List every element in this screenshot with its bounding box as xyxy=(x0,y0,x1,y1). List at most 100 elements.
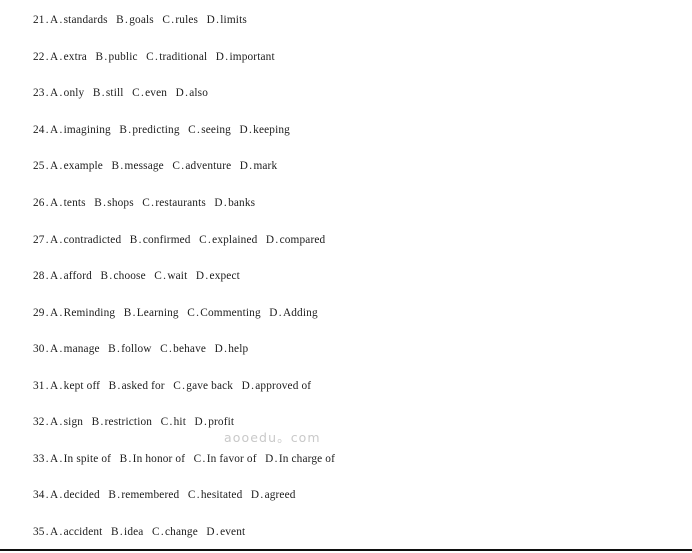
answer-option[interactable]: B.goals xyxy=(116,14,154,26)
answer-option[interactable]: C.gave back xyxy=(173,380,233,392)
answer-option[interactable]: D.agreed xyxy=(251,489,296,501)
answer-option[interactable]: A.extra xyxy=(50,51,87,63)
option-text: traditional xyxy=(159,51,208,63)
option-text: predicting xyxy=(132,124,180,136)
answer-option[interactable]: A.accident xyxy=(50,526,103,538)
question-number: 34 xyxy=(33,489,45,501)
answer-option[interactable]: D.event xyxy=(206,526,245,538)
answer-option[interactable]: D.limits xyxy=(207,14,247,26)
answer-option[interactable]: A.kept off xyxy=(50,380,100,392)
answer-option[interactable]: B.shops xyxy=(94,197,134,209)
answer-option[interactable]: B.Learning xyxy=(124,307,179,319)
answer-option[interactable]: D.In charge of xyxy=(265,453,335,465)
answer-option[interactable]: C.seeing xyxy=(188,124,231,136)
answer-option[interactable]: A.manage xyxy=(50,343,100,355)
answer-option[interactable]: C.behave xyxy=(160,343,206,355)
answer-option[interactable]: A.only xyxy=(50,87,84,99)
option-letter: C xyxy=(188,124,196,136)
answer-option[interactable]: A.In spite of xyxy=(50,453,111,465)
answer-option[interactable]: B.message xyxy=(111,160,163,172)
option-letter: C xyxy=(162,14,171,26)
option-letter: D xyxy=(241,380,250,392)
option-text: Commenting xyxy=(200,307,261,319)
answer-option[interactable]: B.confirmed xyxy=(130,234,191,246)
option-text: event xyxy=(220,526,246,538)
option-letter: D xyxy=(239,124,248,136)
answer-option[interactable]: D.keeping xyxy=(239,124,289,136)
answer-option[interactable]: A.standards xyxy=(50,14,108,26)
question-number: 22 xyxy=(33,51,45,63)
answer-option[interactable]: A.example xyxy=(50,160,103,172)
answer-option[interactable]: D.expect xyxy=(196,270,240,282)
answer-option[interactable]: A.Reminding xyxy=(50,307,115,319)
option-letter: D xyxy=(269,307,278,319)
answer-option[interactable]: D.important xyxy=(216,51,275,63)
option-text: restaurants xyxy=(155,197,206,209)
answer-option[interactable]: A.tents xyxy=(50,197,86,209)
answer-option[interactable]: D.Adding xyxy=(269,307,317,319)
answer-option[interactable]: B.public xyxy=(95,51,137,63)
answer-option[interactable]: D.help xyxy=(215,343,249,355)
answer-option[interactable]: C.In favor of xyxy=(194,453,257,465)
answer-option[interactable]: B.predicting xyxy=(119,124,179,136)
answer-option[interactable]: A.sign xyxy=(50,416,83,428)
option-text: shops xyxy=(107,197,134,209)
answer-option[interactable]: D.banks xyxy=(214,197,255,209)
answer-option[interactable]: A.decided xyxy=(50,489,100,501)
answer-option[interactable]: B.remembered xyxy=(108,489,179,501)
option-text: accident xyxy=(63,526,103,538)
question-number: 33 xyxy=(33,453,45,465)
option-letter: B xyxy=(110,526,119,538)
answer-option[interactable]: C.rules xyxy=(162,14,198,26)
option-letter: C xyxy=(151,526,160,538)
question-row: 26.A.tents B.shops C.restaurants D.banks xyxy=(33,197,255,210)
question-row: 30.A.manage B.follow C.behave D.help xyxy=(33,343,248,356)
question-row: 22.A.extra B.public C.traditional D.importa… xyxy=(33,51,275,64)
option-letter: C xyxy=(142,197,150,209)
answer-option[interactable]: B.idea xyxy=(111,526,143,538)
question-number: 27 xyxy=(33,234,45,246)
answer-option[interactable]: C.even xyxy=(132,87,167,99)
answer-option[interactable]: C.change xyxy=(152,526,198,538)
answer-option[interactable]: B.follow xyxy=(108,343,151,355)
answer-option[interactable]: C.adventure xyxy=(172,160,231,172)
option-text: agreed xyxy=(264,489,296,501)
option-text: manage xyxy=(63,343,100,355)
answer-option[interactable]: D.mark xyxy=(240,160,277,172)
answer-option[interactable]: B.choose xyxy=(100,270,145,282)
answer-option[interactable]: A.contradicted xyxy=(50,234,121,246)
answer-option[interactable]: B.asked for xyxy=(109,380,165,392)
option-letter: D xyxy=(214,343,223,355)
answer-option[interactable]: A.afford xyxy=(50,270,92,282)
option-letter: C xyxy=(173,380,181,392)
option-letter: D xyxy=(206,14,215,26)
answer-option[interactable]: C.restaurants xyxy=(142,197,206,209)
option-text: expect xyxy=(209,270,240,282)
answer-option[interactable]: C.hesitated xyxy=(188,489,243,501)
answer-option[interactable]: D.compared xyxy=(266,234,325,246)
answer-option[interactable]: A.imagining xyxy=(50,124,111,136)
answer-option[interactable]: D.also xyxy=(176,87,208,99)
option-text: compared xyxy=(279,234,326,246)
option-text: goals xyxy=(129,14,154,26)
question-row: 24.A.imagining B.predicting C.seeing D.keep… xyxy=(33,124,290,137)
option-letter: B xyxy=(108,489,117,501)
answer-option[interactable]: B.still xyxy=(93,87,124,99)
answer-option[interactable]: C.hit xyxy=(161,416,186,428)
answer-option[interactable]: C.Commenting xyxy=(187,307,261,319)
option-text: follow xyxy=(121,343,152,355)
question-row: 28.A.afford B.choose C.wait D.expect xyxy=(33,270,240,283)
option-letter: D xyxy=(250,489,260,501)
question-number: 35 xyxy=(33,526,45,538)
answer-option[interactable]: B.restriction xyxy=(92,416,153,428)
option-text: tents xyxy=(63,197,86,209)
answer-option[interactable]: C.wait xyxy=(154,270,187,282)
answer-option[interactable]: B.In honor of xyxy=(120,453,186,465)
option-text: idea xyxy=(124,526,144,538)
answer-option[interactable]: C.explained xyxy=(199,234,257,246)
question-number: 21 xyxy=(33,14,45,26)
option-letter: C xyxy=(187,489,196,501)
answer-option[interactable]: D.approved of xyxy=(242,380,312,392)
answer-option[interactable]: C.traditional xyxy=(146,51,207,63)
question-row: 21.A.standards B.goals C.rules D.limits xyxy=(33,14,247,27)
